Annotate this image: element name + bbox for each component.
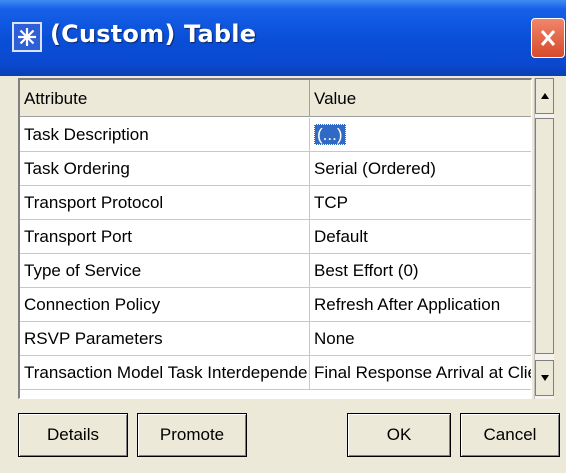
value-cell[interactable]: Final Response Arrival at Client <box>310 356 531 389</box>
attribute-cell: Type of Service <box>20 254 310 287</box>
attribute-cell: RSVP Parameters <box>20 322 310 355</box>
promote-button[interactable]: Promote <box>137 413 247 457</box>
arrow-down-icon <box>540 375 549 381</box>
scroll-down-button[interactable] <box>535 360 554 396</box>
value-cell[interactable]: (...) <box>310 118 531 151</box>
arrow-up-icon <box>540 93 549 99</box>
attribute-cell: Transport Port <box>20 220 310 253</box>
value-cell[interactable]: Refresh After Application <box>310 288 531 321</box>
column-header-attribute[interactable]: Attribute <box>20 80 310 117</box>
attribute-cell: Connection Policy <box>20 288 310 321</box>
table-rows: Task Description (...) Task Ordering Ser… <box>20 118 531 390</box>
title-bar[interactable]: (Custom) Table <box>0 0 566 76</box>
value-cell[interactable]: Default <box>310 220 531 253</box>
attribute-cell: Transport Protocol <box>20 186 310 219</box>
value-cell[interactable]: Best Effort (0) <box>310 254 531 287</box>
selected-value[interactable]: (...) <box>314 124 346 145</box>
value-cell[interactable]: None <box>310 322 531 355</box>
dialog-window: (Custom) Table Attribute Value Task Desc… <box>0 0 566 473</box>
attribute-cell: Task Ordering <box>20 152 310 185</box>
table-row[interactable]: Task Description (...) <box>20 118 531 152</box>
window-title: (Custom) Table <box>50 20 257 48</box>
details-button[interactable]: Details <box>18 413 128 457</box>
table-row[interactable]: Task Ordering Serial (Ordered) <box>20 152 531 186</box>
attribute-table: Attribute Value Task Description (...) T… <box>18 78 532 399</box>
value-cell[interactable]: Serial (Ordered) <box>310 152 531 185</box>
table-row[interactable]: Transport Protocol TCP <box>20 186 531 220</box>
asterisk-icon <box>12 22 42 52</box>
close-icon <box>540 30 556 46</box>
scroll-thumb[interactable] <box>535 118 554 354</box>
close-button[interactable] <box>531 18 565 58</box>
table-row[interactable]: RSVP Parameters None <box>20 322 531 356</box>
table-header: Attribute Value <box>20 80 531 117</box>
cancel-button[interactable]: Cancel <box>460 413 560 457</box>
table-row[interactable]: Connection Policy Refresh After Applicat… <box>20 288 531 322</box>
column-header-value[interactable]: Value <box>310 80 531 117</box>
table-row[interactable]: Type of Service Best Effort (0) <box>20 254 531 288</box>
vertical-scrollbar[interactable] <box>534 78 554 399</box>
attribute-cell: Task Description <box>20 118 310 151</box>
ok-button[interactable]: OK <box>347 413 451 457</box>
scroll-up-button[interactable] <box>535 78 554 114</box>
value-cell[interactable]: TCP <box>310 186 531 219</box>
table-row[interactable]: Transaction Model Task Interdepende... F… <box>20 356 531 390</box>
attribute-cell: Transaction Model Task Interdepende... <box>20 356 310 389</box>
table-row[interactable]: Transport Port Default <box>20 220 531 254</box>
